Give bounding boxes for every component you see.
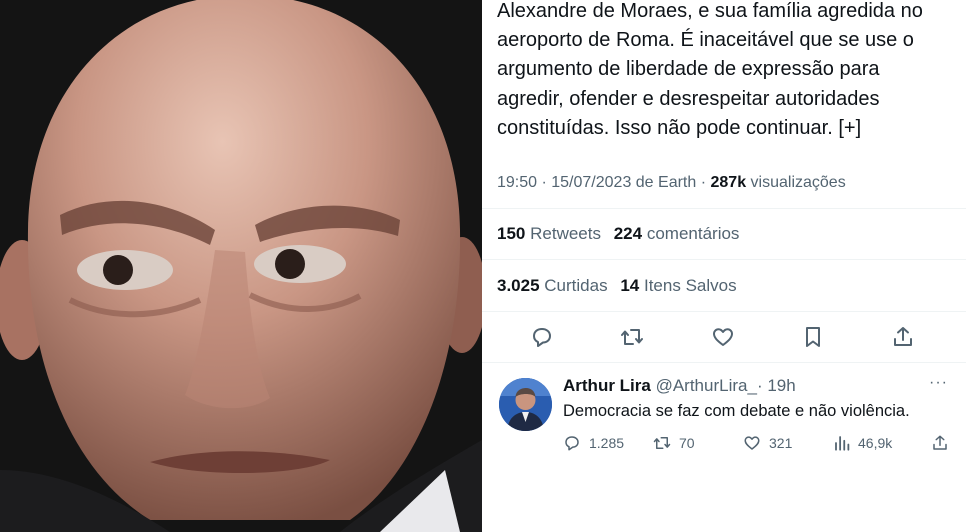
reply-retweet-count: 70: [679, 435, 695, 451]
comments-count: 224: [613, 224, 643, 243]
photo: [0, 0, 482, 532]
views-icon: [835, 436, 850, 451]
retweets-stat[interactable]: 150 Retweets: [497, 224, 601, 243]
comment-icon: [565, 436, 579, 451]
tweet-stats-row-2: 3.025 Curtidas 14 Itens Salvos: [497, 276, 737, 296]
more-options-button[interactable]: ···: [929, 374, 948, 392]
retweet-icon: [653, 437, 671, 449]
reply-retweet-button[interactable]: [653, 434, 671, 452]
bookmark-icon: [806, 327, 820, 347]
tweet-text-line: agredir, ofender e desrespeitar autorida…: [497, 87, 880, 110]
photo-iris-right: [275, 249, 305, 279]
share-icon: [894, 327, 912, 346]
retweets-label: Retweets: [530, 224, 601, 243]
reply-views-count: 46,9k: [858, 435, 893, 451]
avatar[interactable]: [499, 378, 552, 431]
avatar-image: [499, 378, 552, 431]
photo-illustration: [0, 0, 482, 532]
share-icon: [933, 435, 947, 450]
saves-count: 14: [620, 276, 640, 295]
reply-text: Democracia se faz com debate e não violê…: [563, 402, 910, 420]
heart-icon: [713, 328, 733, 346]
tweet-views-count: 287k: [710, 174, 747, 191]
image-root: Alexandre de Moraes, e sua família agred…: [0, 0, 966, 532]
retweet-icon: [621, 329, 643, 345]
divider: [482, 311, 966, 312]
reply-button[interactable]: [530, 325, 554, 349]
photo-iris-left: [103, 255, 133, 285]
comments-stat[interactable]: 224 comentários: [614, 224, 740, 243]
saves-label: Itens Salvos: [643, 276, 737, 295]
divider: [482, 362, 966, 363]
reply-like-count: 321: [769, 435, 793, 451]
share-button[interactable]: [891, 325, 915, 349]
reply-author-name[interactable]: Arthur Lira: [563, 376, 651, 395]
divider: [482, 208, 966, 209]
tweet-text-line: aeroporto de Roma. É inaceitável que se …: [497, 29, 914, 52]
comments-label: comentários: [646, 224, 740, 243]
likes-stat[interactable]: 3.025 Curtidas: [497, 276, 608, 295]
tweet-text: Alexandre de Moraes, e sua família agred…: [497, 0, 923, 143]
tweet-timestamp[interactable]: 19:50 · 15/07/2023 de Earth ·: [497, 174, 706, 191]
tweet-panel: Alexandre de Moraes, e sua família agred…: [482, 0, 966, 532]
tweet-text-line-content: constituídas. Isso não pode continuar. […: [497, 116, 862, 139]
comment-icon: [533, 328, 551, 347]
reply-author-handle[interactable]: @ArthurLira_: [656, 376, 757, 395]
retweet-button[interactable]: [620, 325, 644, 349]
like-button[interactable]: [711, 325, 735, 349]
reply-comment-count: 1.285: [589, 435, 625, 451]
reply-like-button[interactable]: [743, 434, 761, 452]
tweet-text-line: argumento de liberdade de expressão para: [497, 58, 880, 81]
tweet-stats-row-1: 150 Retweets 224 comentários: [497, 224, 739, 244]
reply-header: Arthur Lira @ArthurLira_· 19h: [563, 376, 796, 396]
heart-icon: [744, 436, 760, 450]
reply-share-button[interactable]: [931, 434, 949, 452]
likes-count: 3.025: [497, 276, 540, 295]
reply-comment-button[interactable]: [563, 434, 581, 452]
tweet-meta: 19:50 · 15/07/2023 de Earth · 287k visua…: [497, 173, 846, 193]
bookmark-button[interactable]: [801, 325, 825, 349]
reply-views-button[interactable]: [833, 434, 851, 452]
tweet-text-line: constituídas. Isso não pode continuar. […: [497, 114, 923, 143]
saves-stat[interactable]: 14 Itens Salvos: [620, 276, 736, 295]
likes-label: Curtidas: [544, 276, 608, 295]
divider: [482, 259, 966, 260]
reply-time[interactable]: · 19h: [757, 376, 796, 395]
tweet-views-label: visualizações: [750, 174, 846, 191]
tweet-text-line: Alexandre de Moraes, e sua família agred…: [497, 0, 923, 22]
retweets-count: 150: [497, 224, 526, 243]
